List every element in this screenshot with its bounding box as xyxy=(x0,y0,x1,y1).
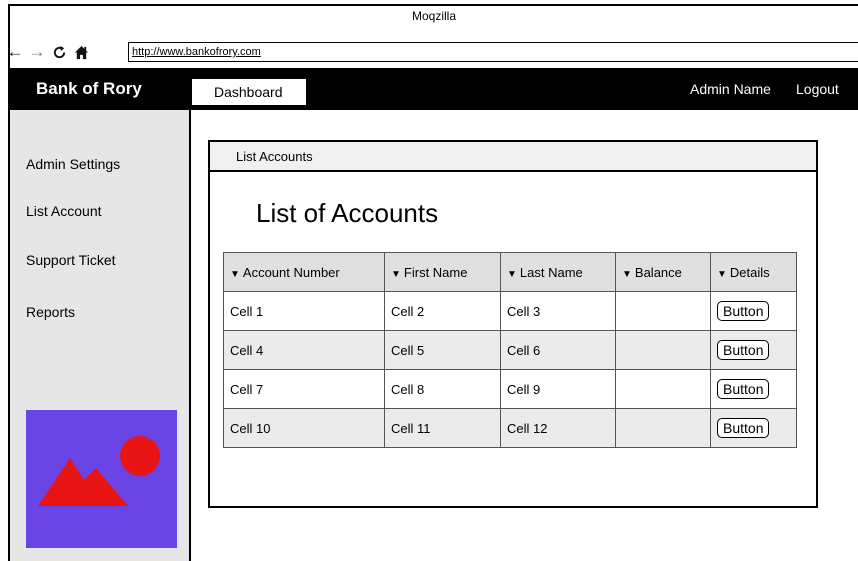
cell-last-name: Cell 3 xyxy=(500,291,616,331)
cell-details: Button xyxy=(710,291,797,331)
browser-toolbar: ← → http://www.bankofrory.com xyxy=(0,38,858,66)
details-button[interactable]: Button xyxy=(717,301,770,321)
cell-account-number: Cell 7 xyxy=(223,369,385,409)
back-arrow-icon[interactable]: ← xyxy=(4,41,26,63)
column-header-account-number[interactable]: ▼ Account Number xyxy=(223,252,385,292)
sidebar: Admin Settings List Account Support Tick… xyxy=(10,110,191,561)
brand-logo[interactable]: Bank of Rory xyxy=(36,68,142,110)
cell-first-name: Cell 11 xyxy=(384,408,501,448)
list-accounts-panel: List Accounts List of Accounts ▼ Account … xyxy=(208,140,818,508)
cell-details: Button xyxy=(710,330,797,370)
sidebar-item-admin-settings[interactable]: Admin Settings xyxy=(26,156,120,172)
page-title: List of Accounts xyxy=(256,198,439,228)
logout-link[interactable]: Logout xyxy=(796,68,839,110)
details-button[interactable]: Button xyxy=(717,340,770,360)
table-row: Cell 10 Cell 11 Cell 12 Button xyxy=(223,408,797,448)
column-header-details[interactable]: ▼ Details xyxy=(710,252,797,292)
forward-arrow-icon[interactable]: → xyxy=(26,41,48,63)
cell-first-name: Cell 8 xyxy=(384,369,501,409)
caret-down-icon: ▼ xyxy=(391,268,401,280)
tab-dashboard[interactable]: Dashboard xyxy=(192,79,306,105)
caret-down-icon: ▼ xyxy=(717,268,727,280)
cell-details: Button xyxy=(710,408,797,448)
caret-down-icon: ▼ xyxy=(507,268,517,280)
panel-header: List Accounts xyxy=(210,142,816,172)
table-row: Cell 4 Cell 5 Cell 6 Button xyxy=(223,330,797,370)
cell-balance xyxy=(615,291,711,331)
cell-balance xyxy=(615,408,711,448)
column-header-first-name[interactable]: ▼ First Name xyxy=(384,252,501,292)
url-input[interactable]: http://www.bankofrory.com xyxy=(128,42,858,62)
accounts-table: ▼ Account Number ▼ First Name ▼ Last Name ▼… xyxy=(223,252,797,448)
sidebar-item-reports[interactable]: Reports xyxy=(26,304,75,320)
admin-name-link[interactable]: Admin Name xyxy=(690,68,771,110)
browser-window: Moqzilla ← → http://www.bankofrory.com B… xyxy=(7,4,858,561)
table-header-row: ▼ Account Number ▼ First Name ▼ Last Name ▼… xyxy=(223,252,797,292)
cell-first-name: Cell 5 xyxy=(384,330,501,370)
cell-account-number: Cell 4 xyxy=(223,330,385,370)
cell-last-name: Cell 6 xyxy=(500,330,616,370)
cell-balance xyxy=(615,369,711,409)
reload-icon[interactable] xyxy=(48,41,70,63)
cell-account-number: Cell 10 xyxy=(223,408,385,448)
table-row: Cell 1 Cell 2 Cell 3 Button xyxy=(223,291,797,331)
caret-down-icon: ▼ xyxy=(622,268,632,280)
app-header: Bank of Rory Dashboard Admin Name Logout xyxy=(10,68,858,110)
sidebar-item-support-ticket[interactable]: Support Ticket xyxy=(26,252,116,268)
caret-down-icon: ▼ xyxy=(230,268,240,280)
cell-balance xyxy=(615,330,711,370)
table-row: Cell 7 Cell 8 Cell 9 Button xyxy=(223,369,797,409)
window-title: Moqzilla xyxy=(10,6,858,32)
cell-last-name: Cell 12 xyxy=(500,408,616,448)
cell-account-number: Cell 1 xyxy=(223,291,385,331)
details-button[interactable]: Button xyxy=(717,379,770,399)
sidebar-item-list-account[interactable]: List Account xyxy=(26,203,102,219)
image-placeholder-icon xyxy=(26,410,177,548)
column-header-balance[interactable]: ▼ Balance xyxy=(615,252,711,292)
home-icon[interactable] xyxy=(70,41,92,63)
column-header-last-name[interactable]: ▼ Last Name xyxy=(500,252,616,292)
cell-first-name: Cell 2 xyxy=(384,291,501,331)
details-button[interactable]: Button xyxy=(717,418,770,438)
cell-last-name: Cell 9 xyxy=(500,369,616,409)
cell-details: Button xyxy=(710,369,797,409)
